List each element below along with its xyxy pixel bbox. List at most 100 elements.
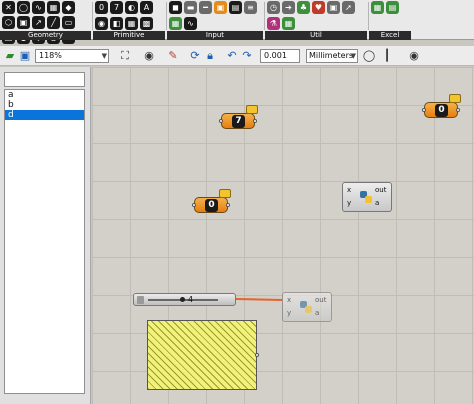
number-slider[interactable]: 4 [133,293,236,306]
ribbon-group-excel: ▦ ▤ Excel [369,0,411,40]
surface-icon[interactable]: ▦ [47,1,60,14]
units-value: Millimeters [309,51,354,60]
input-grip[interactable] [422,108,426,112]
param-badge-icon [246,105,258,114]
vector-icon[interactable]: ↗ [32,16,45,29]
python-logo-icon [300,301,312,313]
list-item[interactable]: b [5,100,84,110]
curve-icon[interactable]: ∿ [32,1,45,14]
data-icon[interactable]: ▩ [140,17,153,30]
preview-eye-icon[interactable]: ◉ [407,49,421,63]
clock-icon[interactable]: ◷ [267,1,280,14]
number-glyph: 0 [205,199,218,212]
ribbon-group-util: ◷ ➔ ♣ ♥ ▣ ➚ ⚗ ▦ Util [265,0,367,40]
ribbon-group-label-primitive[interactable]: Primitive [93,31,165,40]
slider-knob[interactable] [180,297,185,302]
output-grip[interactable] [255,353,259,357]
colour-icon[interactable]: ◉ [95,17,108,30]
plane-icon[interactable]: ▭ [62,16,75,29]
list-icon[interactable]: ≡ [244,1,257,14]
panel-component[interactable] [147,320,259,390]
slider-icon[interactable]: ━ [199,1,212,14]
circle-icon[interactable]: ◯ [17,1,30,14]
graph-icon[interactable]: ∿ [184,17,197,30]
zoom-dropdown[interactable]: 118% ▼ [35,49,109,63]
bool-icon[interactable]: ◐ [125,1,138,14]
output-grip[interactable] [253,119,257,123]
ribbon-group-geometry: ✕ ◯ ∿ ▦ ◆ ⬡ ▣ ↗ ╱ ▭ ▤ ● ◈ ◎ ✖ Geometry [0,0,91,44]
leaf-icon[interactable]: ♣ [297,1,310,14]
panel-icon[interactable]: ▣ [214,1,227,14]
domain-icon[interactable]: ◧ [110,17,123,30]
cherry-icon[interactable]: ♥ [312,1,325,14]
gate-icon[interactable]: ▦ [282,17,295,30]
chevron-down-icon: ▼ [101,52,107,60]
button-icon[interactable]: ◼ [169,1,182,14]
number-icon[interactable]: 0 [95,1,108,14]
output-port-a[interactable]: a [375,199,379,207]
output-port-out[interactable]: out [315,296,326,304]
python-script-node-disabled[interactable]: x y out a [282,292,332,322]
integer-glyph: 0 [435,104,448,117]
value-list-panel: a b d [0,67,91,404]
excel-read-icon[interactable]: ▦ [371,1,384,14]
integer-param-node[interactable]: 0 [422,94,461,118]
jump-icon[interactable]: ➚ [342,1,355,14]
zoom-extents-icon[interactable]: ⛶ [118,49,132,63]
integer-icon[interactable]: 7 [110,1,123,14]
zoom-value: 118% [39,51,62,60]
units-dropdown[interactable]: Millimeters ▼ [306,49,358,63]
arrow-icon[interactable]: ➔ [282,1,295,14]
input-port-y[interactable]: y [287,309,291,317]
lock-icon[interactable]: 🔒︎ [203,49,217,63]
list-item[interactable]: a [5,90,84,100]
toggle-icon[interactable]: ▬ [184,1,197,14]
cluster-icon[interactable]: ▣ [327,1,340,14]
ribbon-group-label-geometry[interactable]: Geometry [0,31,91,40]
excel-write-icon[interactable]: ▤ [386,1,399,14]
swatch-icon[interactable]: ▤ [229,1,242,14]
value-icon[interactable]: ▦ [169,17,182,30]
output-grip[interactable] [226,203,230,207]
output-grip[interactable] [456,108,460,112]
ribbon-group-label-excel[interactable]: Excel [369,31,411,40]
value-list[interactable]: a b d [4,89,85,394]
ribbon-group-label-input[interactable]: Input [167,31,263,40]
input-grip[interactable] [192,203,196,207]
param-badge-icon [449,94,461,103]
flask-icon[interactable]: ⚗ [267,17,280,30]
redo-icon[interactable]: ↷ [240,49,254,63]
circle-icon[interactable]: ◯ [362,49,376,63]
open-file-icon[interactable]: ▰ [3,49,17,63]
input-port-x[interactable]: x [347,186,351,194]
matrix-icon[interactable]: ▦ [125,17,138,30]
output-port-a[interactable]: a [315,309,319,317]
slider-value: 4 [188,295,194,304]
field-icon[interactable]: ▣ [17,16,30,29]
list-filter-input[interactable] [4,72,85,87]
grasshopper-canvas[interactable]: 7 0 0 x y out a x y out a 4 [92,67,474,404]
brep-icon[interactable]: ◆ [62,1,75,14]
mesh-icon[interactable]: ⬡ [2,16,15,29]
input-port-x[interactable]: x [287,296,291,304]
output-port-out[interactable]: out [375,186,386,194]
line-icon[interactable]: ╱ [47,16,60,29]
eye-icon[interactable]: ◉ [142,49,156,63]
connection-wire[interactable] [235,298,283,301]
integer-param-node[interactable]: 7 [219,105,258,129]
undo-icon[interactable]: ↶ [225,49,239,63]
tolerance-input[interactable]: 0.001 [260,49,300,63]
recompute-icon[interactable]: ⟳ [188,49,202,63]
number-param-node[interactable]: 0 [192,189,231,213]
point-icon[interactable]: ✕ [2,1,15,14]
python-logo-icon [360,191,372,203]
pen-icon[interactable]: ✎ [166,49,180,63]
python-script-node[interactable]: x y out a [342,182,392,212]
list-item-selected[interactable]: d [5,110,84,120]
ribbon-group-label-util[interactable]: Util [265,31,367,40]
ribbon-group-primitive: 0 7 ◐ A ◉ ◧ ▦ ▩ Primitive [93,0,165,40]
string-icon[interactable]: A [140,1,153,14]
input-grip[interactable] [219,119,223,123]
input-port-y[interactable]: y [347,199,351,207]
save-icon[interactable]: ▣ [18,49,32,63]
